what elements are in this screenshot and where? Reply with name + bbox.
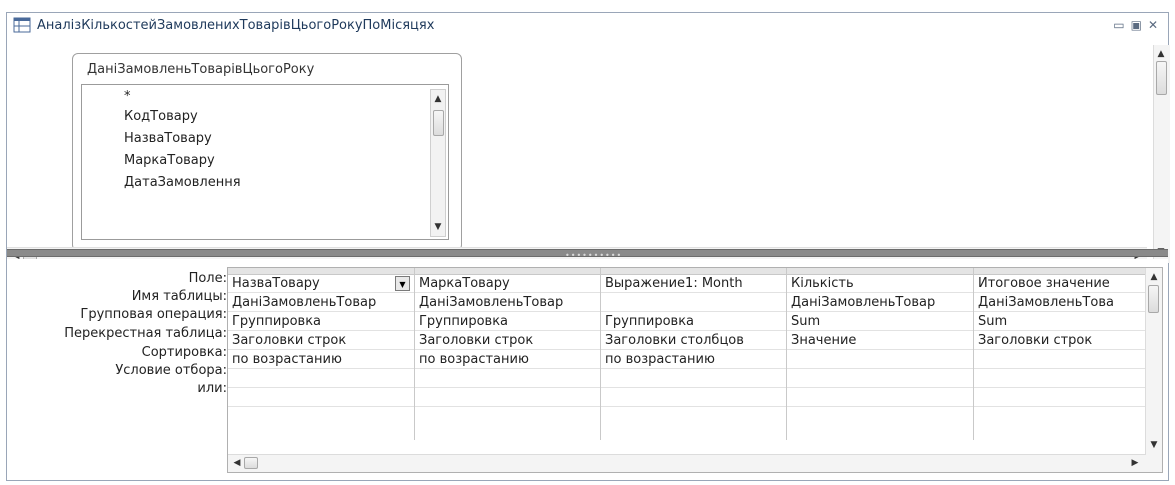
scroll-down-icon[interactable]: ▼	[1147, 438, 1161, 452]
row-label-field: Поле:	[188, 271, 227, 286]
restore-icon[interactable]: ▣	[1131, 18, 1148, 32]
grid-column-1: НазваТовару ▼ ДаніЗамовленьТовар Группиро…	[228, 268, 415, 440]
or-cell[interactable]	[415, 388, 600, 407]
window-controls: ▭▣✕	[1113, 18, 1164, 32]
grid-column-5: Итоговое значение ДаніЗамовленьТова Sum …	[974, 268, 1147, 440]
grid-column-3: Выражение1: Month Группировка Заголовки …	[601, 268, 787, 440]
field-item[interactable]: МаркаТовару	[124, 153, 215, 168]
row-label-crosstab: Перекрестная таблица:	[64, 326, 227, 341]
grid-column-4: Кількість ДаніЗамовленьТовар Sum Значени…	[787, 268, 974, 440]
field-cell[interactable]: Выражение1: Month	[601, 274, 786, 293]
or-cell[interactable]	[601, 388, 786, 407]
table-field-list[interactable]: ДаніЗамовленьТоварівЦьогоРоку * КодТовар…	[72, 53, 462, 251]
title-bar: АналізКількостейЗамовленихТоварівЦьогоРо…	[7, 13, 1168, 39]
query-design-grid: НазваТовару ▼ ДаніЗамовленьТовар Группиро…	[227, 267, 1163, 473]
scroll-up-icon[interactable]: ▲	[1147, 270, 1161, 284]
group-cell[interactable]: Группировка	[228, 312, 414, 331]
field-item[interactable]: НазваТовару	[124, 131, 212, 146]
scroll-up-icon[interactable]: ▲	[431, 92, 445, 106]
group-cell[interactable]: Группировка	[601, 312, 786, 331]
field-item[interactable]: *	[124, 89, 131, 104]
group-cell[interactable]: Sum	[974, 312, 1146, 331]
table-cell[interactable]	[601, 293, 786, 312]
grid-column-2: МаркаТовару ДаніЗамовленьТовар Группиров…	[415, 268, 601, 440]
field-cell[interactable]: МаркаТовару	[415, 274, 600, 293]
sort-cell[interactable]	[974, 350, 1146, 369]
sort-cell[interactable]: по возрастанию	[601, 350, 786, 369]
crosstab-cell[interactable]: Заголовки строк	[415, 331, 600, 350]
field-cell[interactable]: НазваТовару ▼	[228, 274, 414, 293]
scroll-thumb[interactable]	[1148, 285, 1159, 313]
table-pane-vscroll[interactable]: ▲ ▼	[1153, 45, 1170, 263]
grid-hscroll[interactable]: ◀ ▶	[228, 454, 1146, 472]
field-value: НазваТовару	[232, 276, 320, 291]
criteria-cell[interactable]	[601, 369, 786, 388]
table-cell[interactable]: ДаніЗамовленьТовар	[415, 293, 600, 312]
or-cell[interactable]	[228, 388, 414, 407]
scroll-thumb[interactable]	[244, 457, 258, 469]
query-icon	[13, 17, 31, 33]
scroll-down-icon[interactable]: ▼	[431, 220, 445, 234]
row-label-table: Имя таблицы:	[131, 289, 227, 304]
table-cell[interactable]: ДаніЗамовленьТовар	[228, 293, 414, 312]
row-label-sort: Сортировка:	[141, 345, 227, 360]
crosstab-cell[interactable]: Заголовки столбцов	[601, 331, 786, 350]
field-item[interactable]: ДатаЗамовлення	[124, 175, 241, 190]
criteria-cell[interactable]	[415, 369, 600, 388]
crosstab-cell[interactable]: Заголовки строк	[974, 331, 1146, 350]
or-cell[interactable]	[974, 388, 1146, 407]
minimize-icon[interactable]: ▭	[1113, 18, 1130, 32]
scroll-left-icon[interactable]: ◀	[230, 456, 244, 470]
window-title: АналізКількостейЗамовленихТоварівЦьогоРо…	[37, 18, 435, 33]
group-cell[interactable]: Группировка	[415, 312, 600, 331]
scroll-thumb[interactable]	[1156, 61, 1167, 95]
dropdown-arrow-icon[interactable]: ▼	[395, 276, 410, 291]
close-icon[interactable]: ✕	[1148, 18, 1164, 32]
group-cell[interactable]: Sum	[787, 312, 973, 331]
sort-cell[interactable]: по возрастанию	[415, 350, 600, 369]
field-cell[interactable]: Итоговое значение	[974, 274, 1146, 293]
table-cell[interactable]: ДаніЗамовленьТова	[974, 293, 1146, 312]
table-cell[interactable]: ДаніЗамовленьТовар	[787, 293, 973, 312]
row-label-criteria: Условие отбора:	[115, 363, 227, 378]
design-grid-pane: Поле: Имя таблицы: Групповая операция: П…	[7, 259, 1168, 480]
sort-cell[interactable]	[787, 350, 973, 369]
or-cell[interactable]	[787, 388, 973, 407]
table-pane: ДаніЗамовленьТоварівЦьогоРоку * КодТовар…	[7, 39, 1170, 264]
field-list-scrollbar[interactable]: ▲ ▼	[430, 89, 446, 237]
criteria-cell[interactable]	[787, 369, 973, 388]
scroll-right-icon[interactable]: ▶	[1128, 456, 1142, 470]
sort-cell[interactable]: по возрастанию	[228, 350, 414, 369]
row-label-group: Групповая операция:	[80, 307, 227, 322]
scroll-thumb[interactable]	[433, 110, 444, 136]
criteria-cell[interactable]	[228, 369, 414, 388]
grid-vscroll[interactable]: ▲ ▼	[1145, 268, 1162, 472]
crosstab-cell[interactable]: Значение	[787, 331, 973, 350]
pane-splitter[interactable]: ••••••••••	[7, 249, 1168, 260]
crosstab-cell[interactable]: Заголовки строк	[228, 331, 414, 350]
criteria-cell[interactable]	[974, 369, 1146, 388]
query-design-window: АналізКількостейЗамовленихТоварівЦьогоРо…	[6, 12, 1170, 481]
field-item[interactable]: КодТовару	[124, 109, 198, 124]
scroll-up-icon[interactable]: ▲	[1154, 47, 1168, 61]
field-cell[interactable]: Кількість	[787, 274, 973, 293]
field-list: * КодТовару НазваТовару МаркаТовару Дата…	[81, 84, 449, 240]
table-box-title: ДаніЗамовленьТоварівЦьогоРоку	[87, 62, 315, 77]
row-label-or: или:	[197, 381, 227, 396]
